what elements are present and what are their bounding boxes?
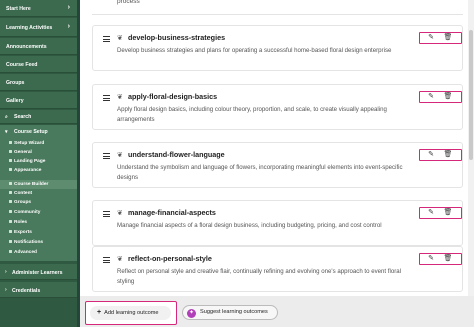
sidebar-item-label: Search bbox=[14, 114, 32, 120]
outcome-card: ❦ manage-financial-aspects Manage financ… bbox=[92, 200, 463, 246]
outcome-description: Manage financial aspects of a floral des… bbox=[117, 222, 382, 229]
previous-card-bottom bbox=[92, 14, 463, 15]
sidebar-item-administer-learners[interactable]: › Administer Learners bbox=[0, 264, 77, 280]
sidebar-item-setup-wizard[interactable]: Setup Wizard bbox=[9, 141, 44, 146]
main-scrollbar[interactable] bbox=[468, 0, 474, 327]
sidebar-item-appearance[interactable]: Appearance bbox=[9, 168, 41, 173]
outcome-description: Develop business strategies and plans fo… bbox=[117, 47, 392, 54]
outcome-card: ❦ apply-floral-design-basics Apply flora… bbox=[92, 84, 463, 130]
trash-icon[interactable]: 🗑 bbox=[443, 151, 453, 159]
drag-handle-icon[interactable] bbox=[103, 257, 110, 263]
sidebar-item-label: Course Setup bbox=[14, 129, 48, 135]
outcome-card: ❦ reflect-on-personal-style Reflect on p… bbox=[92, 246, 463, 292]
sidebar: Start Here › Learning Activities › Annou… bbox=[0, 0, 80, 327]
sidebar-item-course-setup[interactable]: ▾ Course Setup bbox=[0, 125, 77, 137]
chevron-right-icon: › bbox=[67, 23, 70, 30]
search-icon: ⌕ bbox=[5, 114, 8, 120]
plus-icon: + bbox=[97, 309, 102, 316]
sidebar-item-groups-setup[interactable]: Groups bbox=[9, 200, 31, 205]
sidebar-item-exports[interactable]: Exports bbox=[9, 230, 32, 235]
suggest-learning-outcomes-label: Suggest learning outcomes bbox=[200, 309, 268, 315]
sidebar-item-label: Groups bbox=[6, 80, 25, 86]
sidebar-item-course-feed[interactable]: Course Feed bbox=[0, 56, 77, 73]
sidebar-item-label: Gallery bbox=[6, 98, 24, 104]
outcome-actions: ✎ 🗑 bbox=[419, 32, 462, 44]
drag-handle-icon[interactable] bbox=[103, 211, 110, 217]
add-learning-outcome-focus-ring: + Add learning outcome bbox=[85, 301, 177, 325]
sidebar-item-label: Administer Learners bbox=[12, 270, 63, 276]
outcome-actions: ✎ 🗑 bbox=[419, 253, 462, 265]
outcome-title: understand-flower-language bbox=[128, 150, 225, 159]
sidebar-item-credentials[interactable]: › Credentials bbox=[0, 282, 77, 298]
sidebar-item-landing-page[interactable]: Landing Page bbox=[9, 159, 45, 164]
outcome-description: Understand the symbolism and language of… bbox=[117, 164, 403, 181]
outcome-description: Reflect on personal style and creative f… bbox=[117, 268, 402, 285]
edit-icon[interactable]: ✎ bbox=[426, 255, 436, 263]
drag-handle-icon[interactable] bbox=[103, 95, 110, 101]
sidebar-item-general[interactable]: General bbox=[9, 150, 32, 155]
sidebar-item-advanced[interactable]: Advanced bbox=[9, 250, 37, 255]
chevron-down-icon: ▾ bbox=[5, 129, 8, 135]
trash-icon[interactable]: 🗑 bbox=[443, 34, 453, 42]
sidebar-item-start-here[interactable]: Start Here › bbox=[0, 0, 77, 17]
sidebar-item-label: Start Here bbox=[6, 6, 31, 12]
sidebar-item-course-builder[interactable]: Course Builder bbox=[9, 182, 48, 187]
sidebar-item-label: Learning Activities bbox=[6, 25, 53, 31]
outcome-card: ❦ develop-business-strategies Develop bu… bbox=[92, 25, 463, 71]
sidebar-item-community[interactable]: Community bbox=[9, 210, 40, 215]
add-learning-outcome-button[interactable]: + Add learning outcome bbox=[90, 306, 171, 320]
outcome-title: develop-business-strategies bbox=[128, 33, 226, 42]
outcome-actions: ✎ 🗑 bbox=[419, 149, 462, 161]
previous-outcome-text: process bbox=[117, 0, 140, 5]
chevron-right-icon: › bbox=[5, 269, 7, 275]
edit-icon[interactable]: ✎ bbox=[426, 209, 436, 217]
edit-icon[interactable]: ✎ bbox=[426, 151, 436, 159]
sidebar-item-label: Announcements bbox=[6, 44, 47, 50]
sidebar-item-gallery[interactable]: Gallery bbox=[0, 92, 77, 109]
outcome-card: ❦ understand-flower-language Understand … bbox=[92, 142, 463, 188]
scrollbar-thumb[interactable] bbox=[469, 30, 473, 160]
sidebar-item-notifications[interactable]: Notifications bbox=[9, 240, 43, 245]
outcome-description: Apply floral design basics, including co… bbox=[117, 106, 387, 123]
sidebar-item-search[interactable]: ⌕ Search bbox=[0, 110, 77, 124]
trash-icon[interactable]: 🗑 bbox=[443, 255, 453, 263]
outcome-icon: ❦ bbox=[117, 256, 123, 263]
sidebar-item-label: Course Feed bbox=[6, 62, 38, 68]
outcome-actions: ✎ 🗑 bbox=[419, 207, 462, 219]
drag-handle-icon[interactable] bbox=[103, 153, 110, 159]
sidebar-item-content[interactable]: Content bbox=[9, 191, 32, 196]
sidebar-item-learning-activities[interactable]: Learning Activities › bbox=[0, 18, 77, 37]
drag-handle-icon[interactable] bbox=[103, 36, 110, 42]
add-learning-outcome-label: Add learning outcome bbox=[104, 310, 159, 316]
chevron-right-icon: › bbox=[67, 4, 70, 11]
outcome-icon: ❦ bbox=[117, 210, 123, 217]
sidebar-item-announcements[interactable]: Announcements bbox=[0, 38, 77, 55]
trash-icon[interactable]: 🗑 bbox=[443, 209, 453, 217]
suggest-learning-outcomes-button[interactable]: ✦ Suggest learning outcomes bbox=[182, 305, 278, 320]
edit-icon[interactable]: ✎ bbox=[426, 34, 436, 42]
edit-icon[interactable]: ✎ bbox=[426, 93, 436, 101]
sidebar-item-label: Credentials bbox=[12, 288, 41, 294]
sparkle-icon: ✦ bbox=[187, 308, 196, 318]
outcome-title: reflect-on-personal-style bbox=[128, 254, 212, 263]
outcome-actions: ✎ 🗑 bbox=[419, 91, 462, 103]
outcome-title: manage-financial-aspects bbox=[128, 208, 216, 217]
outcome-icon: ❦ bbox=[117, 152, 123, 159]
outcome-title: apply-floral-design-basics bbox=[128, 92, 218, 101]
sidebar-item-roles[interactable]: Roles bbox=[9, 220, 27, 225]
outcome-icon: ❦ bbox=[117, 35, 123, 42]
outcome-icon: ❦ bbox=[117, 94, 123, 101]
sidebar-item-groups[interactable]: Groups bbox=[0, 74, 77, 91]
trash-icon[interactable]: 🗑 bbox=[443, 93, 453, 101]
chevron-right-icon: › bbox=[5, 287, 7, 293]
